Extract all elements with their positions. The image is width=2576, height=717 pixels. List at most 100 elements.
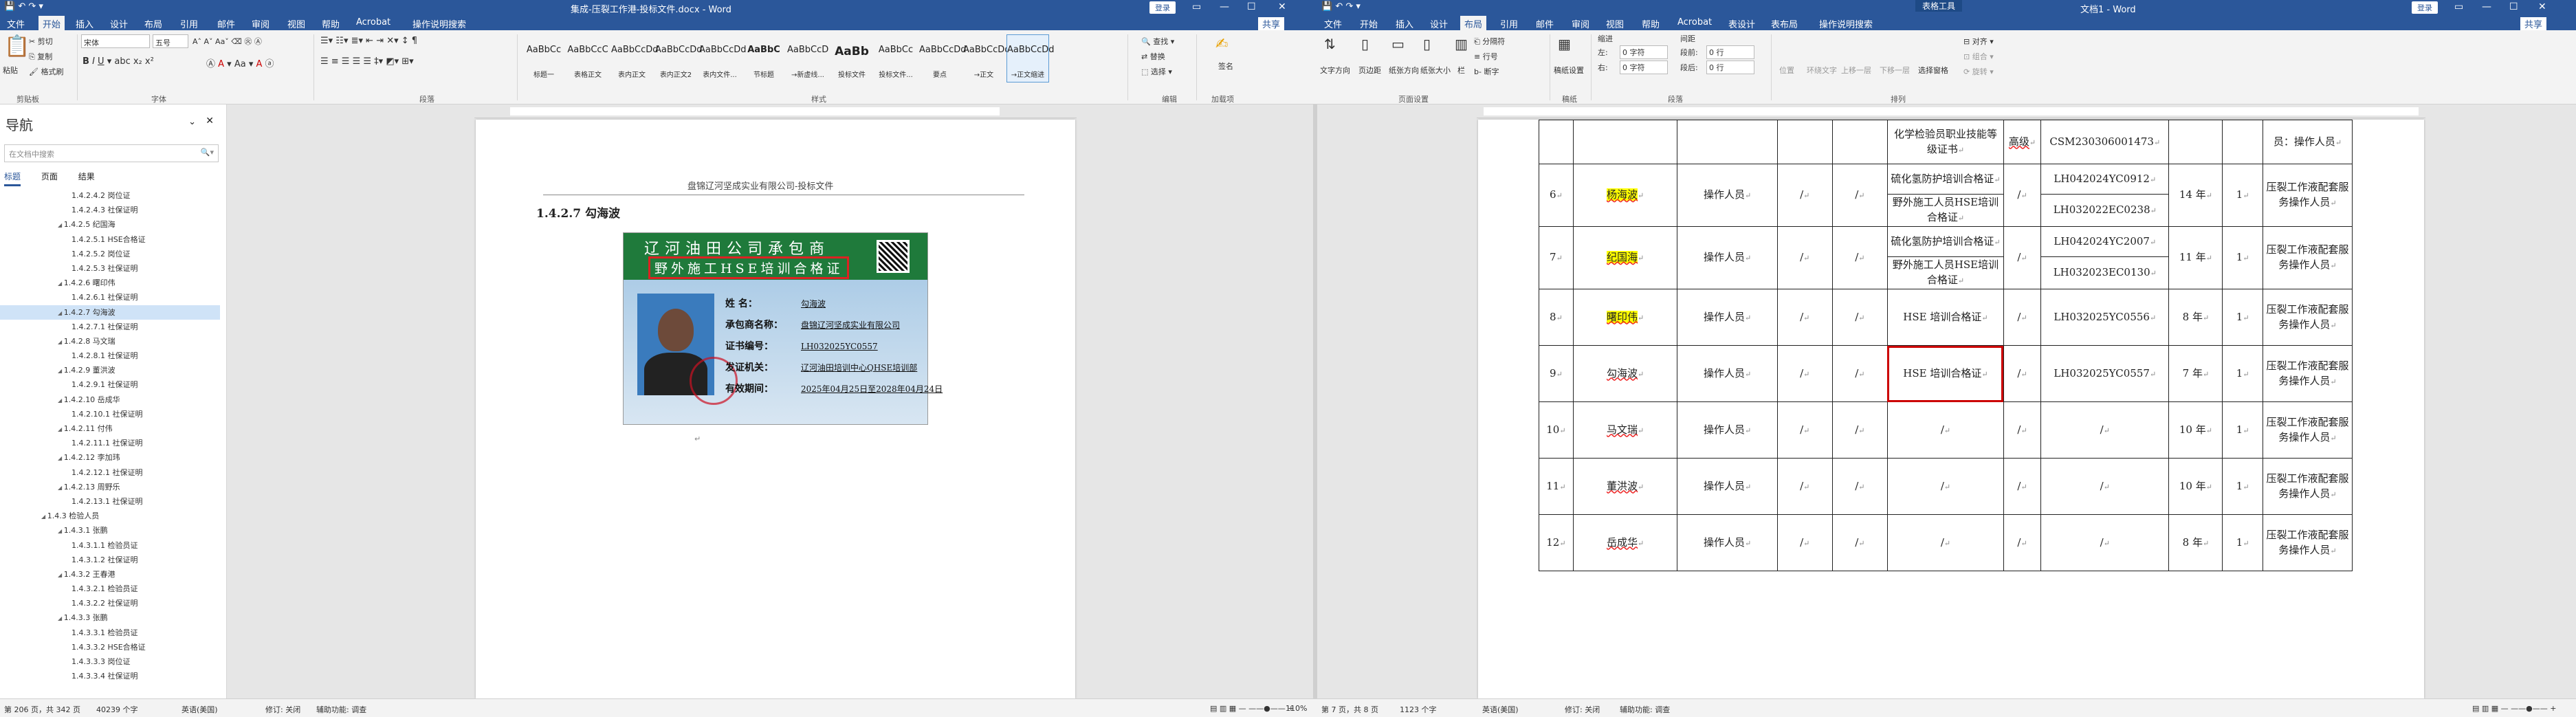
certificate-id-cell[interactable]: /↵ [2040, 401, 2170, 459]
collapse-arrow-icon[interactable]: ◢ [58, 455, 64, 461]
bold-italic-underline-buttons[interactable]: B I U ▾ abc x₂ x² [82, 56, 154, 67]
paste-icon[interactable]: 📋 [4, 34, 30, 58]
nav-heading-item[interactable]: 1.4.3.3.3 岗位证 [0, 654, 220, 669]
experience-cell[interactable]: 11 年↵ [2168, 226, 2223, 289]
role-cell[interactable]: 操作人员↵ [1677, 226, 1778, 289]
style-gallery-item[interactable]: AaBbCcDd →正文 [962, 34, 1011, 82]
grow-font-icon[interactable]: A˄ A˅ Aa˅ ⌫ ㊋ Ⓐ [192, 36, 262, 47]
nav-heading-item[interactable]: ◢ 1.4.2.9 董洪波 [0, 363, 220, 377]
nav-heading-item[interactable]: ◢ 1.4.3.3 张鹏 [0, 610, 220, 625]
view-icons[interactable]: ▤ ▥ ▦ — ——●—— + [1210, 704, 1294, 713]
role-cell[interactable]: 操作人员↵ [1677, 401, 1778, 459]
experience-cell[interactable]: 14 年↵ [2168, 164, 2223, 227]
select-button[interactable]: ⬚ 选择 ▾ [1141, 66, 1172, 77]
table-cell[interactable]: /↵ [1776, 164, 1833, 227]
nav-heading-item[interactable]: ◢ 1.4.3.2 王春港 [0, 567, 220, 582]
nav-heading-item[interactable]: 1.4.3.3.1 检验员证 [0, 626, 220, 640]
table-cell[interactable]: 员：操作人员↵ [2262, 120, 2353, 164]
size-icon[interactable]: ▯ [1423, 36, 1431, 52]
tab-references[interactable]: 引用 [180, 17, 198, 30]
nav-heading-item[interactable]: ◢ 1.4.2.13 周野乐 [0, 480, 220, 494]
certificate-id-cell[interactable]: LH042024YC0912↵ [2040, 164, 2170, 195]
role-cell[interactable]: 操作人员↵ [1677, 345, 1778, 402]
tab-review[interactable]: 审阅 [252, 17, 269, 30]
table-cell[interactable]: CSM230306001473↵ [2040, 120, 2170, 164]
nav-heading-item[interactable]: 1.4.2.9.1 社保证明 [0, 377, 220, 392]
status-page[interactable]: 第 7 页，共 8 页 [1321, 704, 1378, 715]
table-cell[interactable]: 1↵ [2222, 345, 2263, 402]
collapse-arrow-icon[interactable]: ◢ [58, 485, 64, 491]
rotate-button[interactable]: ⟳ 旋转 ▾ [1963, 66, 1994, 77]
view-icons[interactable]: ▤ ▥ ▦ — ——●—— + [2472, 704, 2556, 713]
certificate-id-cell[interactable]: LH032025YC0556↵ [2040, 289, 2170, 346]
hyphenation-button[interactable]: b- 断字 [1474, 66, 1499, 77]
tab-design[interactable]: 设计 [110, 17, 128, 30]
minimize-icon[interactable]: — [1210, 0, 1239, 14]
table-cell[interactable]: 1↵ [2222, 164, 2263, 227]
nav-heading-item[interactable]: 1.4.2.5.3 社保证明 [0, 261, 220, 276]
experience-cell[interactable]: 10 年↵ [2168, 401, 2223, 459]
nav-options-icon[interactable]: ⌄ [188, 117, 196, 127]
table-cell[interactable]: /↵ [1776, 289, 1833, 346]
tab-view[interactable]: 视图 [287, 17, 305, 30]
name-cell[interactable]: 勾海波↵ [1572, 345, 1678, 402]
tab-file[interactable]: 文件 [1324, 17, 1342, 30]
row-number-cell[interactable]: 11↵ [1539, 458, 1574, 515]
tab-layout[interactable]: 布局 [144, 17, 162, 30]
nav-heading-item[interactable]: 1.4.2.13.1 社保证明 [0, 494, 220, 509]
nav-heading-item[interactable]: 1.4.3.2.2 社保证明 [0, 596, 220, 610]
nav-heading-item[interactable]: 1.4.2.6.1 社保证明 [0, 290, 220, 305]
name-cell[interactable]: 杨海波↵ [1572, 164, 1678, 227]
certificate-id-cell[interactable]: /↵ [2040, 514, 2170, 571]
experience-cell[interactable]: 8 年↵ [2168, 289, 2223, 346]
table-cell[interactable]: /↵ [1776, 514, 1833, 571]
table-cell[interactable] [1539, 120, 1574, 164]
align-icons[interactable]: ☰ ≡ ☰ ☰ ☰ ‡▾ ◩▾ ⊞▾ [320, 56, 414, 67]
name-cell[interactable]: 岳成华↵ [1572, 514, 1678, 571]
quick-access-toolbar[interactable]: 💾 ↶ ↷ ▾ [1321, 1, 1361, 12]
table-cell[interactable]: 1↵ [2222, 458, 2263, 515]
bring-forward-button[interactable]: 上移一层 [1841, 65, 1871, 76]
name-cell[interactable]: 纪国海↵ [1572, 226, 1678, 289]
nav-tab-pages[interactable]: 页面 [41, 172, 58, 181]
certificate-id-cell[interactable]: /↵ [2040, 458, 2170, 515]
search-icon[interactable]: 🔍▾ [201, 148, 214, 157]
certificate-cell[interactable]: /↵ [1886, 514, 2004, 571]
certificate-cell[interactable]: HSE 培训合格证↵ [1886, 345, 2004, 402]
login-button[interactable]: 登录 [1149, 1, 1176, 14]
table-cell[interactable]: /↵ [2003, 164, 2042, 227]
table-cell[interactable] [1831, 120, 1888, 164]
close-icon[interactable]: ✕ [2529, 0, 2556, 14]
section-heading[interactable]: 1.4.2.7 勾海波 [536, 203, 620, 221]
table-cell[interactable]: /↵ [1776, 345, 1833, 402]
table-cell[interactable] [2222, 120, 2263, 164]
certificate-id-cell[interactable]: LH032025YC0557↵ [2040, 345, 2170, 402]
row-number-cell[interactable]: 7↵ [1539, 226, 1574, 289]
table-cell[interactable]: 化学检验员职业技能等级证书↵ [1886, 120, 2004, 164]
nav-heading-item[interactable]: 1.4.2.4.3 社保证明 [0, 203, 220, 217]
columns-button[interactable]: 栏 [1457, 65, 1465, 76]
style-gallery-item[interactable]: AaBbCcDd 要点 [918, 34, 967, 82]
role-cell[interactable]: 操作人员↵ [1677, 514, 1778, 571]
table-cell[interactable] [2168, 120, 2223, 164]
nav-heading-item[interactable]: 1.4.2.5.1 HSE合格证 [0, 232, 220, 247]
table-cell[interactable]: /↵ [2003, 514, 2042, 571]
copy-button[interactable]: ⎘ 复制 [29, 51, 52, 62]
collapse-arrow-icon[interactable]: ◢ [58, 615, 64, 621]
table-cell[interactable]: /↵ [1831, 458, 1888, 515]
find-button[interactable]: 🔍 查找 ▾ [1141, 36, 1174, 47]
tab-insert[interactable]: 插入 [76, 17, 93, 30]
close-icon[interactable]: ✕ [1268, 0, 1296, 14]
format-painter-button[interactable]: 🖌 格式刷 [29, 66, 63, 77]
table-cell[interactable]: /↵ [2003, 289, 2042, 346]
font-size-select[interactable]: 五号 [153, 34, 188, 48]
table-cell[interactable]: 高级↵ [2003, 120, 2042, 164]
table-cell[interactable]: /↵ [1831, 226, 1888, 289]
duty-cell[interactable]: 压裂工作液配套服务操作人员↵ [2262, 345, 2353, 402]
style-gallery-item[interactable]: AaBb 投标文件 [830, 34, 873, 82]
tab-mailings[interactable]: 邮件 [1536, 17, 1554, 30]
nav-heading-item[interactable]: 1.4.3.3.2 HSE合格证 [0, 640, 220, 654]
login-button[interactable]: 登录 [2412, 1, 2438, 14]
collapse-arrow-icon[interactable]: ◢ [58, 397, 64, 404]
wrap-text-button[interactable]: 环绕文字 [1807, 65, 1837, 76]
